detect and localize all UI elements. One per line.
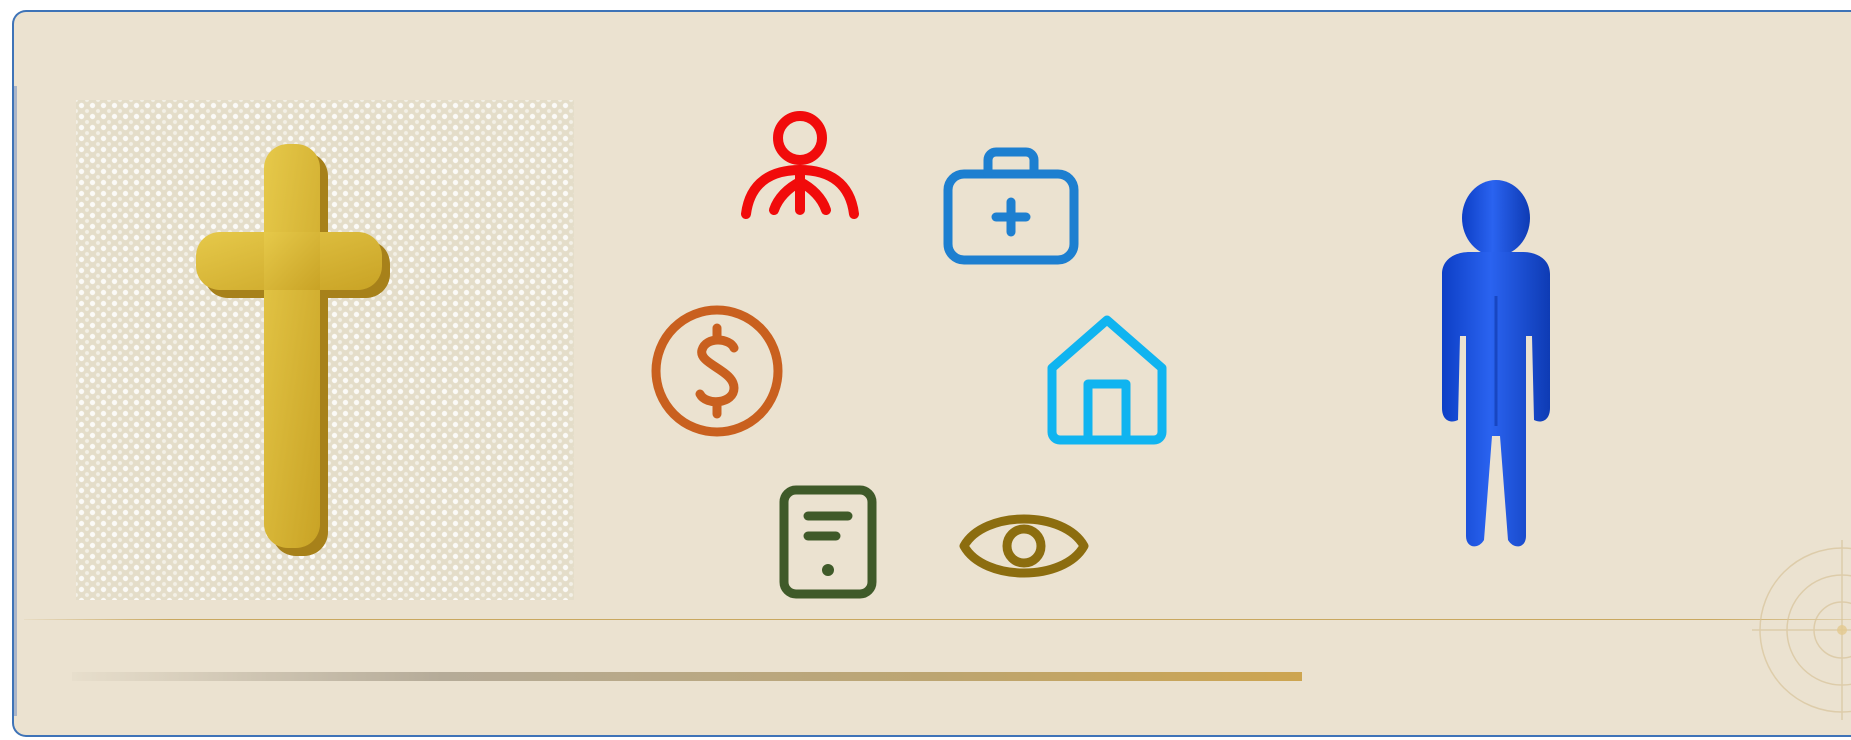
divider-line — [24, 619, 1851, 620]
slide-canvas — [12, 10, 1851, 737]
person-support-icon — [741, 111, 859, 219]
christian-cross-icon — [196, 144, 390, 556]
gradient-accent-bar — [72, 672, 1302, 681]
left-accent-line — [14, 86, 17, 716]
home-icon — [1047, 315, 1167, 445]
watermark-circle-icon — [1752, 540, 1851, 720]
medical-kit-icon — [943, 147, 1079, 265]
dollar-coin-icon — [651, 305, 783, 437]
cross-image-panel — [76, 100, 574, 600]
person-figure-icon — [1442, 180, 1550, 547]
eye-icon — [959, 514, 1089, 578]
document-phone-icon — [779, 485, 877, 599]
